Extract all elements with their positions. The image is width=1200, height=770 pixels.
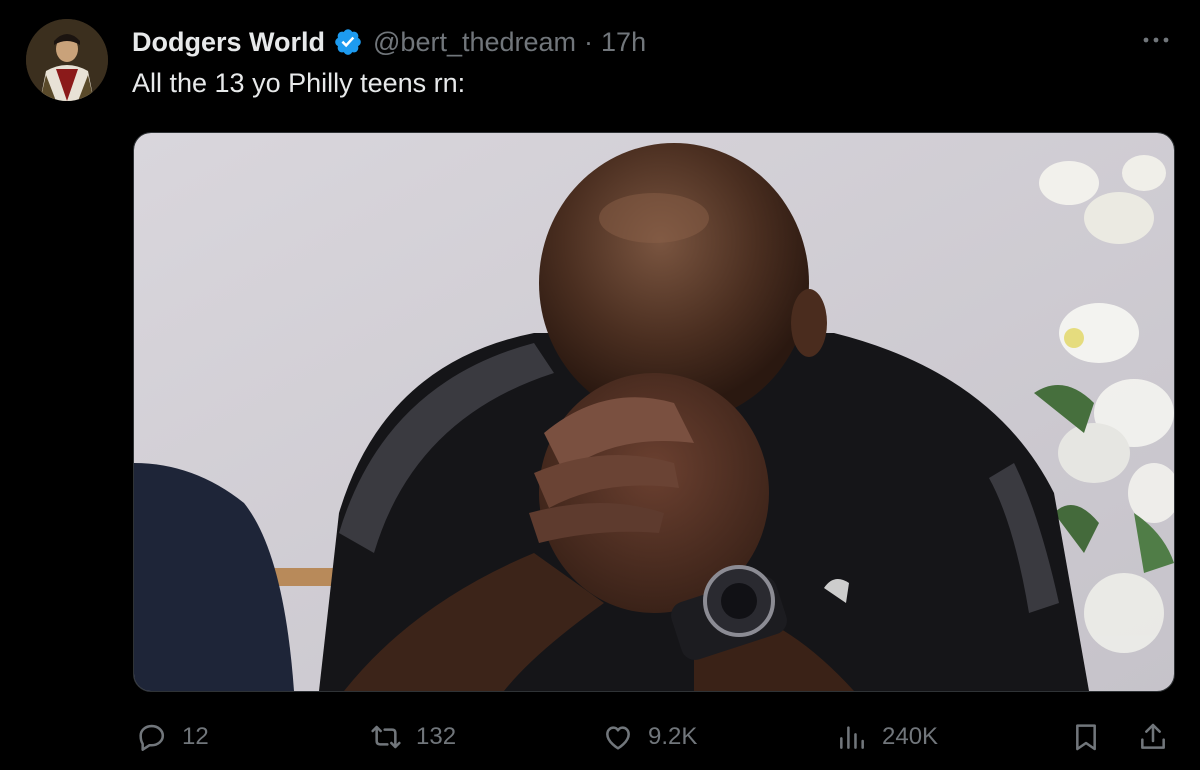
tweet-card[interactable]: Dodgers World @bert_thedream · 17h All t… (0, 0, 1200, 770)
like-button[interactable]: 9.2K (602, 721, 697, 753)
reply-count: 12 (182, 723, 209, 750)
separator-dot: · (584, 26, 594, 57)
repost-icon (371, 725, 401, 749)
heart-icon (606, 726, 630, 750)
views-chart-icon (840, 726, 864, 749)
avatar-image (26, 19, 108, 101)
verified-badge-icon (333, 27, 363, 57)
reply-button[interactable]: 12 (136, 721, 209, 753)
repost-button[interactable]: 132 (370, 721, 456, 753)
bookmark-icon[interactable] (1070, 721, 1102, 753)
share-icon[interactable] (1137, 721, 1169, 753)
views-button[interactable]: 240K (836, 721, 938, 753)
display-name[interactable]: Dodgers World (132, 27, 325, 58)
user-handle[interactable]: @bert_thedream (373, 27, 576, 58)
tweet-photo[interactable] (133, 132, 1175, 692)
action-bar: 12 132 9.2K 240K (0, 715, 1200, 761)
tweet-header: Dodgers World @bert_thedream · 17h (132, 24, 646, 60)
avatar[interactable] (26, 19, 108, 101)
views-count: 240K (882, 723, 939, 750)
tweet-text: All the 13 yo Philly teens rn: (132, 68, 466, 98)
like-count: 9.2K (648, 723, 698, 750)
more-options-icon[interactable] (1138, 28, 1174, 52)
timestamp[interactable]: 17h (601, 27, 646, 58)
repost-count: 132 (416, 723, 457, 750)
reply-icon (139, 724, 165, 751)
photo-image (134, 133, 1174, 691)
